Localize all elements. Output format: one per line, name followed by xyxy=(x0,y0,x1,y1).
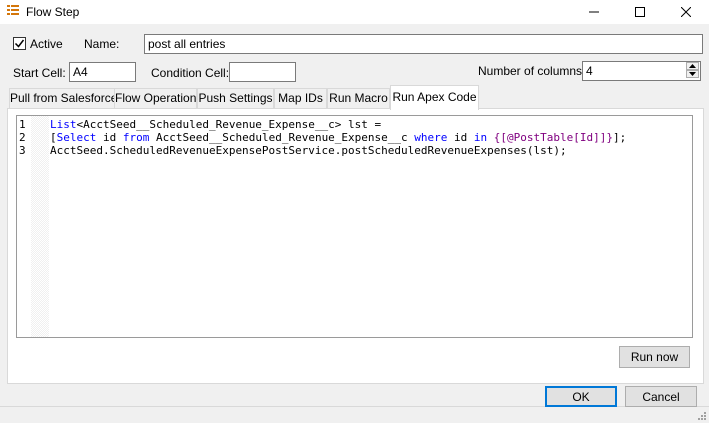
close-button[interactable] xyxy=(663,0,709,24)
checkmark-icon xyxy=(14,39,25,48)
condition-cell-input[interactable] xyxy=(229,62,296,82)
resize-grip-icon[interactable] xyxy=(695,409,707,421)
num-columns-label: Number of columns: xyxy=(478,64,586,78)
close-icon xyxy=(681,7,691,17)
tab-run-macro[interactable]: Run Macro xyxy=(327,88,390,109)
app-icon xyxy=(7,5,19,15)
tab-run-apex-code[interactable]: Run Apex Code xyxy=(390,85,479,110)
line-number: 1 xyxy=(19,118,26,131)
start-cell-input[interactable]: A4 xyxy=(69,62,136,82)
spin-up-button[interactable] xyxy=(686,62,699,70)
minimize-button[interactable] xyxy=(571,0,617,24)
start-cell-label: Start Cell: xyxy=(13,66,66,80)
tab-pull-from-salesforce[interactable]: Pull from Salesforce xyxy=(9,88,117,109)
line-number: 2 xyxy=(19,131,26,144)
num-columns-input[interactable]: 4 xyxy=(582,61,701,81)
tab-flow-operation[interactable]: Flow Operation xyxy=(114,88,197,109)
name-label: Name: xyxy=(84,37,120,51)
code-line: [Select id from AcctSeed__Scheduled_Reve… xyxy=(50,131,627,144)
minimize-icon xyxy=(589,11,599,13)
run-now-button[interactable]: Run now xyxy=(619,346,690,368)
code-editor[interactable]: 1 2 3 List<AcctSeed__Scheduled_Revenue_E… xyxy=(16,115,693,338)
maximize-icon xyxy=(635,7,645,17)
spin-down-button[interactable] xyxy=(686,70,699,78)
tab-map-ids[interactable]: Map IDs xyxy=(274,88,327,109)
tab-push-settings[interactable]: Push Settings xyxy=(197,88,274,109)
line-number: 3 xyxy=(19,144,26,157)
active-label[interactable]: Active xyxy=(30,37,63,51)
ok-button[interactable]: OK xyxy=(545,386,617,407)
cancel-button[interactable]: Cancel xyxy=(625,386,697,407)
chevron-up-icon xyxy=(689,64,696,68)
name-input[interactable]: post all entries xyxy=(144,34,703,54)
active-checkbox[interactable] xyxy=(13,37,26,50)
maximize-button[interactable] xyxy=(617,0,663,24)
code-line: List<AcctSeed__Scheduled_Revenue_Expense… xyxy=(50,118,382,131)
window-title: Flow Step xyxy=(26,5,80,19)
fold-margin xyxy=(31,116,49,337)
code-line: AcctSeed.ScheduledRevenueExpensePostServ… xyxy=(50,144,567,157)
condition-cell-label: Condition Cell: xyxy=(151,66,230,80)
chevron-down-icon xyxy=(689,72,696,76)
